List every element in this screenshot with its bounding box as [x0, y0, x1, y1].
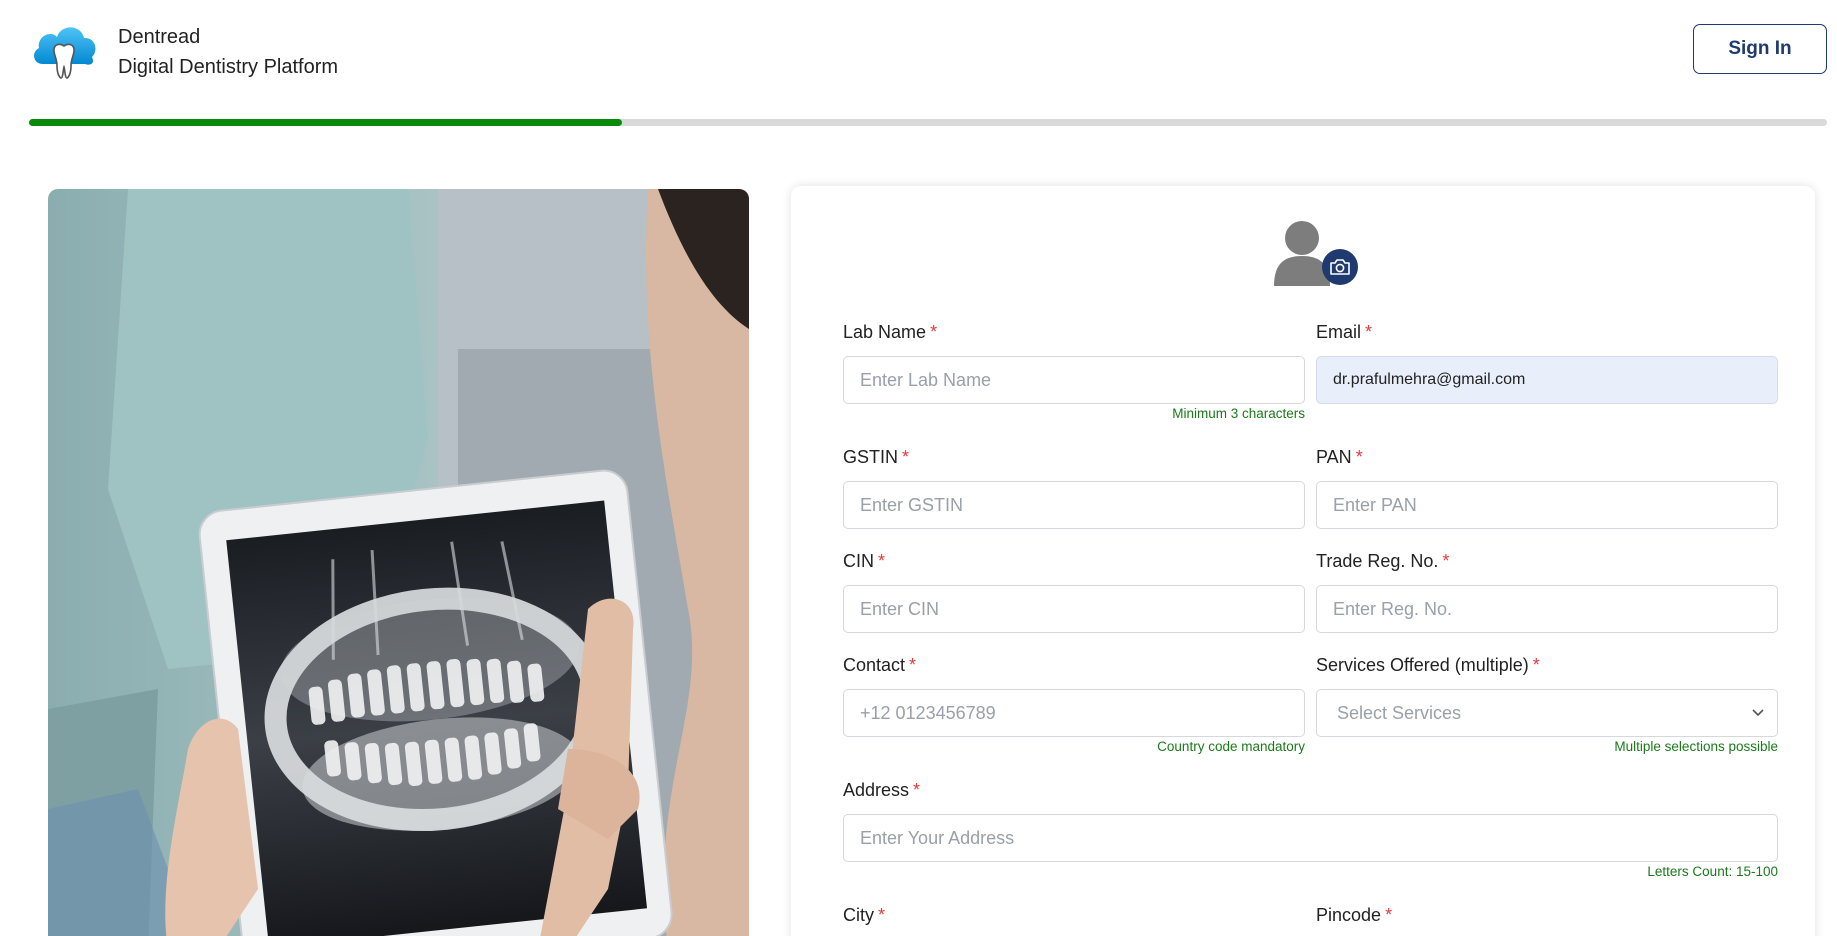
brand-tagline: Digital Dentistry Platform [118, 56, 339, 78]
pincode-label-text: Pincode [1316, 905, 1382, 925]
contact-label: Contact * [843, 655, 916, 676]
city-label-text: City [843, 905, 874, 925]
required-marker: * [930, 322, 938, 342]
dentread-logo-icon [34, 27, 96, 79]
address-label: Address * [843, 780, 920, 801]
pincode-label: Pincode * [1316, 905, 1392, 926]
required-marker: * [878, 551, 886, 571]
address-label-text: Address [843, 780, 910, 800]
required-marker: * [1365, 322, 1373, 342]
email-input[interactable] [1316, 356, 1778, 404]
address-hint: Letters Count: 15-100 [1647, 864, 1778, 879]
gstin-label-text: GSTIN [843, 447, 899, 467]
hero-image [48, 189, 749, 936]
cin-label-text: CIN [843, 551, 874, 571]
email-label-text: Email [1316, 322, 1362, 342]
required-marker: * [913, 780, 921, 800]
services-label-text: Services Offered (multiple) [1316, 655, 1529, 675]
cin-input[interactable] [843, 585, 1305, 633]
services-hint: Multiple selections possible [1614, 739, 1778, 754]
services-label: Services Offered (multiple) * [1316, 655, 1540, 676]
lab-name-label: Lab Name * [843, 322, 937, 343]
upload-photo-button[interactable] [1322, 249, 1358, 285]
required-marker: * [1442, 551, 1450, 571]
required-marker: * [1355, 447, 1363, 467]
sign-in-button[interactable]: Sign In [1693, 24, 1827, 74]
email-label: Email * [1316, 322, 1372, 343]
city-label: City * [843, 905, 885, 926]
lab-name-label-text: Lab Name [843, 322, 927, 342]
brand-name: Dentread [118, 26, 201, 48]
lab-name-hint: Minimum 3 characters [1172, 406, 1305, 421]
contact-label-text: Contact [843, 655, 906, 675]
xray-tablet-illustration [48, 189, 749, 936]
gstin-label: GSTIN * [843, 447, 909, 468]
trade-reg-label: Trade Reg. No. * [1316, 551, 1449, 572]
gstin-input[interactable] [843, 481, 1305, 529]
services-select-value: Select Services [1337, 702, 1462, 723]
lab-name-input[interactable] [843, 356, 1305, 404]
pan-label: PAN * [1316, 447, 1363, 468]
contact-input[interactable] [843, 689, 1305, 737]
services-select[interactable]: Select Services [1316, 689, 1778, 737]
required-marker: * [878, 905, 886, 925]
chevron-down-icon [1752, 709, 1764, 717]
brand-block: Dentread Digital Dentistry Platform [118, 22, 338, 82]
required-marker: * [902, 447, 910, 467]
camera-icon [1330, 259, 1350, 275]
contact-hint: Country code mandatory [1157, 739, 1305, 754]
required-marker: * [909, 655, 917, 675]
signup-progress-bar [29, 119, 1827, 126]
progress-fill [29, 119, 623, 126]
required-marker: * [1385, 905, 1393, 925]
pan-label-text: PAN [1316, 447, 1352, 467]
trade-reg-label-text: Trade Reg. No. [1316, 551, 1439, 571]
trade-reg-input[interactable] [1316, 585, 1778, 633]
required-marker: * [1532, 655, 1540, 675]
address-input[interactable] [843, 814, 1778, 862]
cin-label: CIN * [843, 551, 885, 572]
pan-input[interactable] [1316, 481, 1778, 529]
top-header: Dentread Digital Dentistry Platform Sign… [0, 0, 1837, 100]
